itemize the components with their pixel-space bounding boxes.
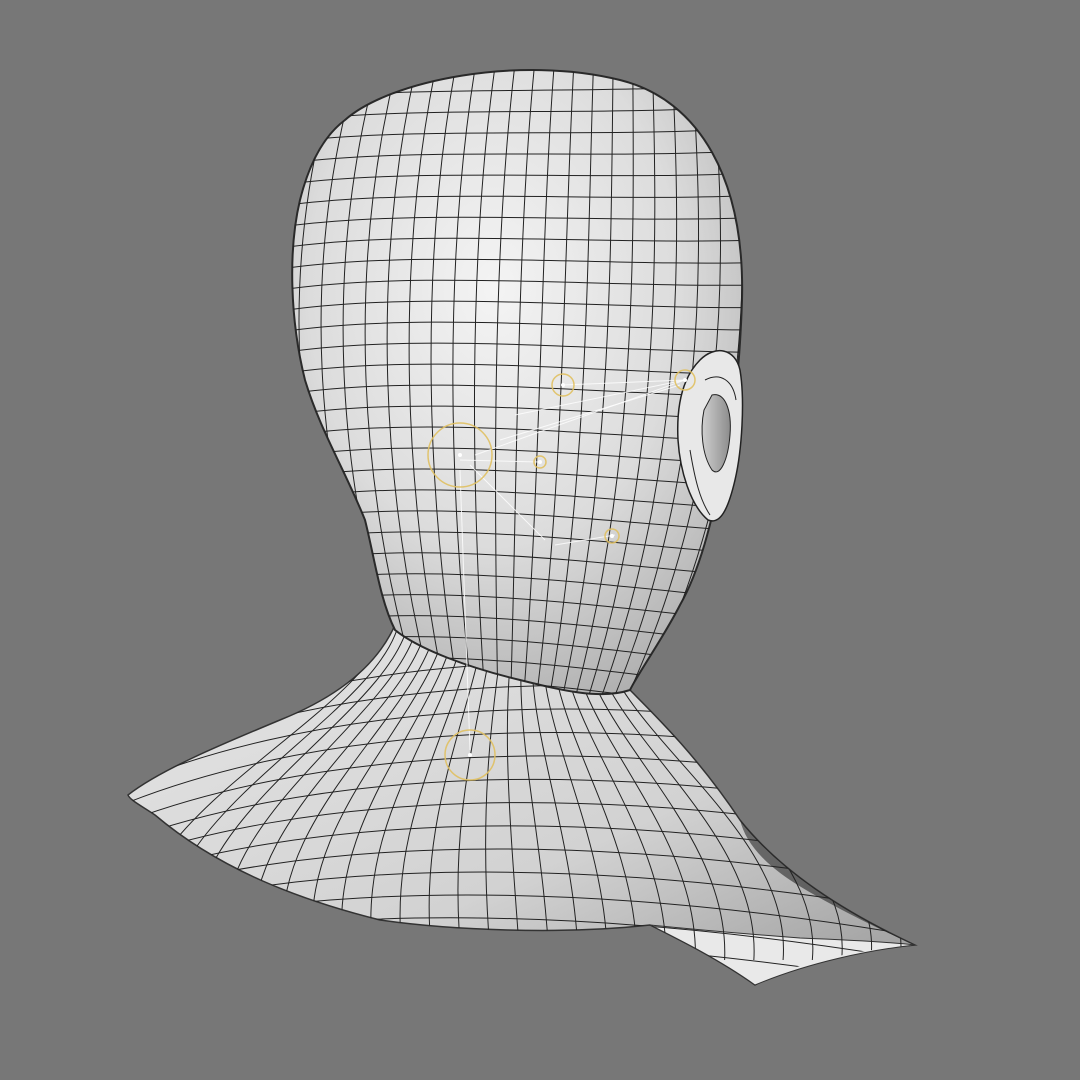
shoulders-mesh — [127, 623, 918, 986]
joint-pivot — [561, 383, 565, 387]
viewport-scene — [127, 68, 918, 986]
joint-pivot — [458, 453, 462, 457]
joint-pivot — [683, 378, 687, 382]
3d-viewport[interactable] — [0, 0, 1080, 1080]
joint-pivot — [468, 753, 472, 757]
joint-pivot — [538, 460, 542, 464]
mesh-edge — [128, 962, 915, 985]
mesh-edge — [128, 984, 915, 985]
joint-pivot — [610, 534, 614, 538]
